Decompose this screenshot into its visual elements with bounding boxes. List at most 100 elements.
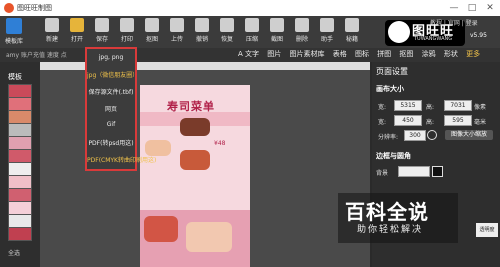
select-all-button[interactable]: 全选 [8, 248, 20, 257]
width-mm-label: 宽: [378, 119, 387, 126]
toolbar-button[interactable]: 上传 [165, 18, 189, 52]
undo-icon [195, 18, 209, 32]
dpi-input[interactable]: 300 [404, 130, 426, 141]
poster-title[interactable]: 寿司菜单 [167, 98, 215, 114]
toolbar-button[interactable]: 抠图 [140, 18, 164, 52]
toolbar-button-label: 秘籍 [345, 36, 358, 43]
height-mm-input[interactable]: 595 [444, 115, 472, 126]
color-swatch[interactable] [432, 166, 443, 177]
save-format-option[interactable]: PDF(转psd用这) [87, 138, 135, 147]
watermark-subtitle: 助你轻松解决 [357, 225, 424, 235]
save-icon [95, 18, 109, 32]
toolbar-button-label: 压缩 [245, 36, 258, 43]
sushi-image[interactable] [180, 150, 210, 170]
unit-mm-label: 毫米 [474, 119, 487, 126]
toolbar-button[interactable]: 新建 [40, 18, 64, 52]
gear-icon[interactable] [427, 130, 437, 140]
sushi-platter-image[interactable] [186, 222, 232, 252]
template-thumbnail[interactable] [8, 162, 32, 176]
redo-icon [220, 18, 234, 32]
tool-text[interactable]: A 文字 [238, 49, 259, 59]
template-thumbnail[interactable] [8, 188, 32, 202]
transparency-button[interactable]: 透明度 [476, 223, 498, 237]
print-icon [120, 18, 134, 32]
save-format-option[interactable]: Gif [87, 121, 135, 128]
upload-icon [170, 18, 184, 32]
save-format-option[interactable]: jpg（微信朋友圈） [87, 70, 138, 79]
tool-cutout[interactable]: 抠图 [399, 49, 413, 59]
account-bar[interactable]: amy 账户充值 速度 点 [6, 50, 67, 59]
app-logo-icon [4, 3, 14, 13]
dpi-label: 分辨率: [378, 134, 399, 141]
height-px-input[interactable]: 7031 [444, 100, 472, 111]
save-format-option[interactable]: jpg, png [87, 54, 135, 61]
sushi-image[interactable] [180, 118, 210, 136]
tool-shape[interactable]: 形状 [444, 49, 458, 59]
tips-icon [345, 18, 359, 32]
background-input[interactable] [398, 166, 430, 177]
sushi-platter-image[interactable] [144, 216, 178, 242]
folder-icon [70, 18, 84, 32]
tool-collage[interactable]: 拼图 [377, 49, 391, 59]
toolbar-button-label: 恢复 [220, 36, 233, 43]
toolbar-button-label: 保存 [95, 36, 108, 43]
panel-title: 页面设置 [376, 67, 408, 76]
toolbar-button[interactable]: 助手 [315, 18, 339, 52]
template-thumbnail[interactable] [8, 175, 32, 189]
width-px-input[interactable]: 5315 [394, 100, 422, 111]
toolbar-button-label: 打开 [70, 36, 83, 43]
toolbar-button[interactable]: 压缩 [240, 18, 264, 52]
tool-image-library[interactable]: 图片素材库 [289, 49, 324, 59]
new-file-icon [45, 18, 59, 32]
minimize-button[interactable]: — [448, 2, 460, 14]
toolbar-button-label: 新建 [45, 36, 58, 43]
template-library-button[interactable]: 模板库 [4, 18, 24, 52]
template-thumbnail[interactable] [8, 110, 32, 124]
maximize-button[interactable]: □ [466, 2, 478, 14]
sushi-image[interactable] [145, 140, 171, 156]
toolbar-button-label: 截图 [270, 36, 283, 43]
toolbar-button-label: 上传 [170, 36, 183, 43]
toolbar-button-label: 助手 [320, 36, 333, 43]
toolbar-button[interactable]: 截图 [265, 18, 289, 52]
delete-icon [295, 18, 309, 32]
home-icon [6, 18, 22, 34]
tool-doodle[interactable]: 涂鸦 [422, 49, 436, 59]
toolbar-button-label: 打印 [120, 36, 133, 43]
save-format-option[interactable]: 网页 [87, 104, 135, 113]
toolbar-button[interactable]: 删除 [290, 18, 314, 52]
resize-image-button[interactable]: 图像大小缩放 [445, 130, 493, 140]
template-thumbnail[interactable] [8, 97, 32, 111]
template-thumbnail[interactable] [8, 123, 32, 137]
template-thumbnail[interactable] [8, 84, 32, 98]
template-thumbnail[interactable] [8, 136, 32, 150]
template-thumbnail[interactable] [8, 227, 32, 241]
width-mm-input[interactable]: 450 [394, 115, 422, 126]
title-bar [0, 0, 500, 16]
tool-icon[interactable]: 图标 [355, 49, 369, 59]
poster-price[interactable]: ¥48 [214, 140, 225, 147]
template-thumbnail[interactable] [8, 149, 32, 163]
version-label: v5.95 [470, 32, 487, 39]
template-thumbnail[interactable] [8, 214, 32, 228]
template-thumbnail[interactable] [8, 201, 32, 215]
top-links[interactable]: 教程 | 官网 | 登录 [430, 18, 478, 27]
height-mm-label: 高: [426, 119, 435, 126]
toolbar-button[interactable]: 撤销 [190, 18, 214, 52]
assistant-icon [320, 18, 334, 32]
toolbar-button[interactable]: 秘籍 [340, 18, 364, 52]
close-button[interactable]: ✕ [484, 2, 496, 14]
tool-more[interactable]: 更多 [466, 49, 480, 59]
tool-image[interactable]: 图片 [267, 49, 281, 59]
background-label: 背景 [376, 170, 389, 177]
window-title: 图旺旺制图 [17, 4, 52, 12]
screenshot-icon [270, 18, 284, 32]
save-format-option[interactable]: 保存源文件(.tbf) [87, 87, 135, 96]
toolbar-button[interactable]: 恢复 [215, 18, 239, 52]
width-label: 宽: [378, 104, 387, 111]
unit-px-label: 像素 [474, 104, 487, 111]
save-format-option[interactable]: PDF(CMYK转曲印刷用这) [87, 155, 156, 164]
tool-table[interactable]: 表格 [333, 49, 347, 59]
toolbar-button-label: 抠图 [145, 36, 158, 43]
template-panel-heading: 模板 [8, 73, 22, 81]
